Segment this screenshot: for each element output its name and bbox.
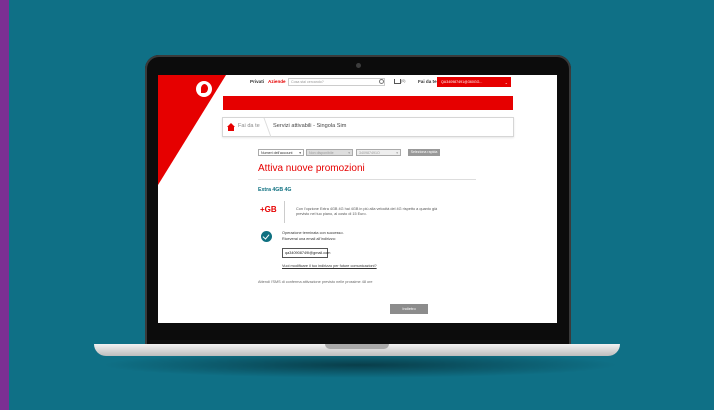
red-corner-graphic (158, 75, 226, 185)
account-numbers-select[interactable]: Numeri dell'account ▾ (258, 149, 304, 156)
checkmark-icon (261, 231, 272, 242)
gb-badge-icon: +GB (260, 205, 277, 214)
offer-description: Con l'opzione Extra 4GB 4G hai 4GB in pi… (296, 207, 438, 216)
divider (258, 179, 476, 180)
quick-select-button[interactable]: Seleziona rapida (408, 149, 440, 156)
select-value: 340987491O (359, 151, 380, 155)
tab-aziende[interactable]: Aziende (268, 79, 286, 84)
offer-title: Extra 4GB 4G (258, 187, 292, 193)
chevron-down-icon: ▾ (348, 151, 350, 155)
sms-note: Attendi l'SMS di conferma attivazione pr… (258, 280, 373, 284)
breadcrumb: Fai da te Servizi attivabili - Singola S… (222, 117, 514, 137)
background-stripe (0, 0, 9, 410)
laptop-notch (325, 344, 389, 349)
search-input[interactable]: Cosa stai cercando? (288, 78, 385, 86)
success-message: Operazione terminata con successo. (282, 231, 344, 235)
vodafone-logo-icon[interactable] (196, 81, 212, 97)
chevron-down-icon: ▾ (396, 151, 398, 155)
page-title: Attiva nuove promozioni (258, 163, 365, 174)
change-email-link[interactable]: Vuoi modificare il tuo indirizzo per fut… (282, 264, 377, 268)
tab-privati[interactable]: Privati (250, 79, 264, 84)
unavailable-select[interactable]: Non disponibile ▾ (306, 149, 353, 156)
email-field[interactable]: qa340908749I@gmail.com (282, 248, 330, 258)
home-icon[interactable] (227, 123, 235, 131)
breadcrumb-current: Servizi attivabili - Singola Sim (273, 123, 347, 129)
chevron-down-icon: ⌄ (504, 80, 508, 85)
breadcrumb-fai-da-te[interactable]: Fai da te (238, 123, 260, 129)
chevron-down-icon: ▾ (299, 151, 301, 155)
search-icon[interactable] (379, 79, 384, 84)
back-button[interactable]: Indietro (390, 304, 428, 314)
account-dropdown[interactable]: QA340987491@360GG... ⌄ (437, 77, 511, 87)
cart-count: (0) (401, 79, 406, 83)
fai-da-te-label: Fai da te (418, 79, 437, 84)
account-value: QA340987491@360GG... (441, 80, 483, 84)
divider-vertical (284, 201, 285, 223)
cart-icon[interactable] (394, 79, 401, 84)
sim-number-select[interactable]: 340987491O ▾ (356, 149, 401, 156)
select-value: Non disponibile (309, 151, 334, 155)
red-banner (223, 96, 513, 110)
select-value: Numeri dell'account (261, 151, 293, 155)
laptop-screen: Privati Aziende Cosa stai cercando? (0) … (158, 75, 557, 323)
email-notice: Riceverai una email all'indirizzo: (282, 237, 336, 241)
camera-icon (356, 63, 361, 68)
